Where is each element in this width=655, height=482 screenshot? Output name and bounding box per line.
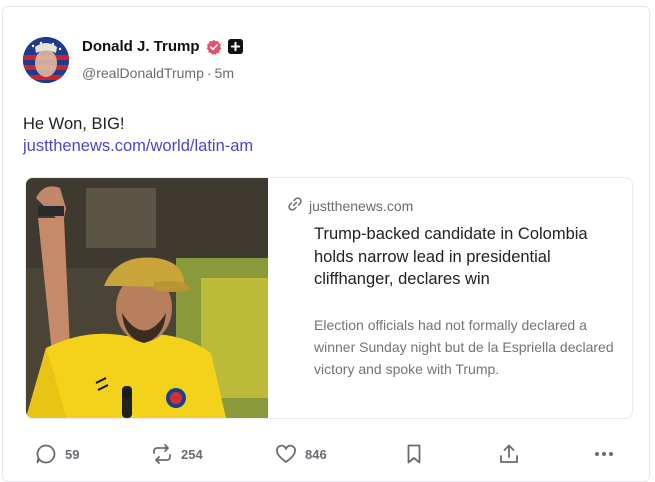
post-text: He Won, BIG! [23,115,125,133]
repost-count: 254 [181,446,203,462]
bookmark-button[interactable] [403,443,425,465]
share-button[interactable] [498,443,520,465]
author-meta-row: @realDonaldTrump · 5m [82,65,234,81]
repost-button[interactable]: 254 [151,443,203,465]
preview-image[interactable] [26,178,268,418]
preview-summary: Election officials had not formally decl… [314,317,614,377]
meta-separator: · [206,65,212,81]
repost-icon [151,443,173,465]
preview-headline[interactable]: Trump-backed candidate in Colombia holds… [314,223,614,291]
action-bar: 59 254 846 [3,437,649,473]
post-timestamp[interactable]: 5m [215,65,234,81]
reply-count: 59 [65,446,80,462]
post-link[interactable]: justthenews.com/world/latin-am [23,137,253,156]
more-icon [593,443,615,465]
author-name-row: Donald J. Trump [82,38,243,55]
more-options-button[interactable] [593,443,615,465]
reply-icon [35,443,57,465]
author-display-name[interactable]: Donald J. Trump [82,38,200,55]
preview-domain: justthenews.com [309,197,414,214]
like-icon [275,443,297,465]
author-handle[interactable]: @realDonaldTrump [82,65,204,81]
like-count: 846 [305,446,327,462]
preview-domain-row: justthenews.com [288,196,619,215]
link-preview-card[interactable]: justthenews.com Trump-backed candidate i… [25,177,633,419]
plus-badge-icon [227,39,243,54]
post-card: Donald J. Trump @realDonaldTrump · 5m He W… [2,6,650,482]
avatar[interactable] [23,37,69,83]
share-icon [498,443,520,465]
bookmark-icon [403,443,425,465]
link-icon [288,196,303,215]
like-button[interactable]: 846 [275,443,327,465]
reply-button[interactable]: 59 [35,443,79,465]
verified-badge-icon [206,39,222,55]
